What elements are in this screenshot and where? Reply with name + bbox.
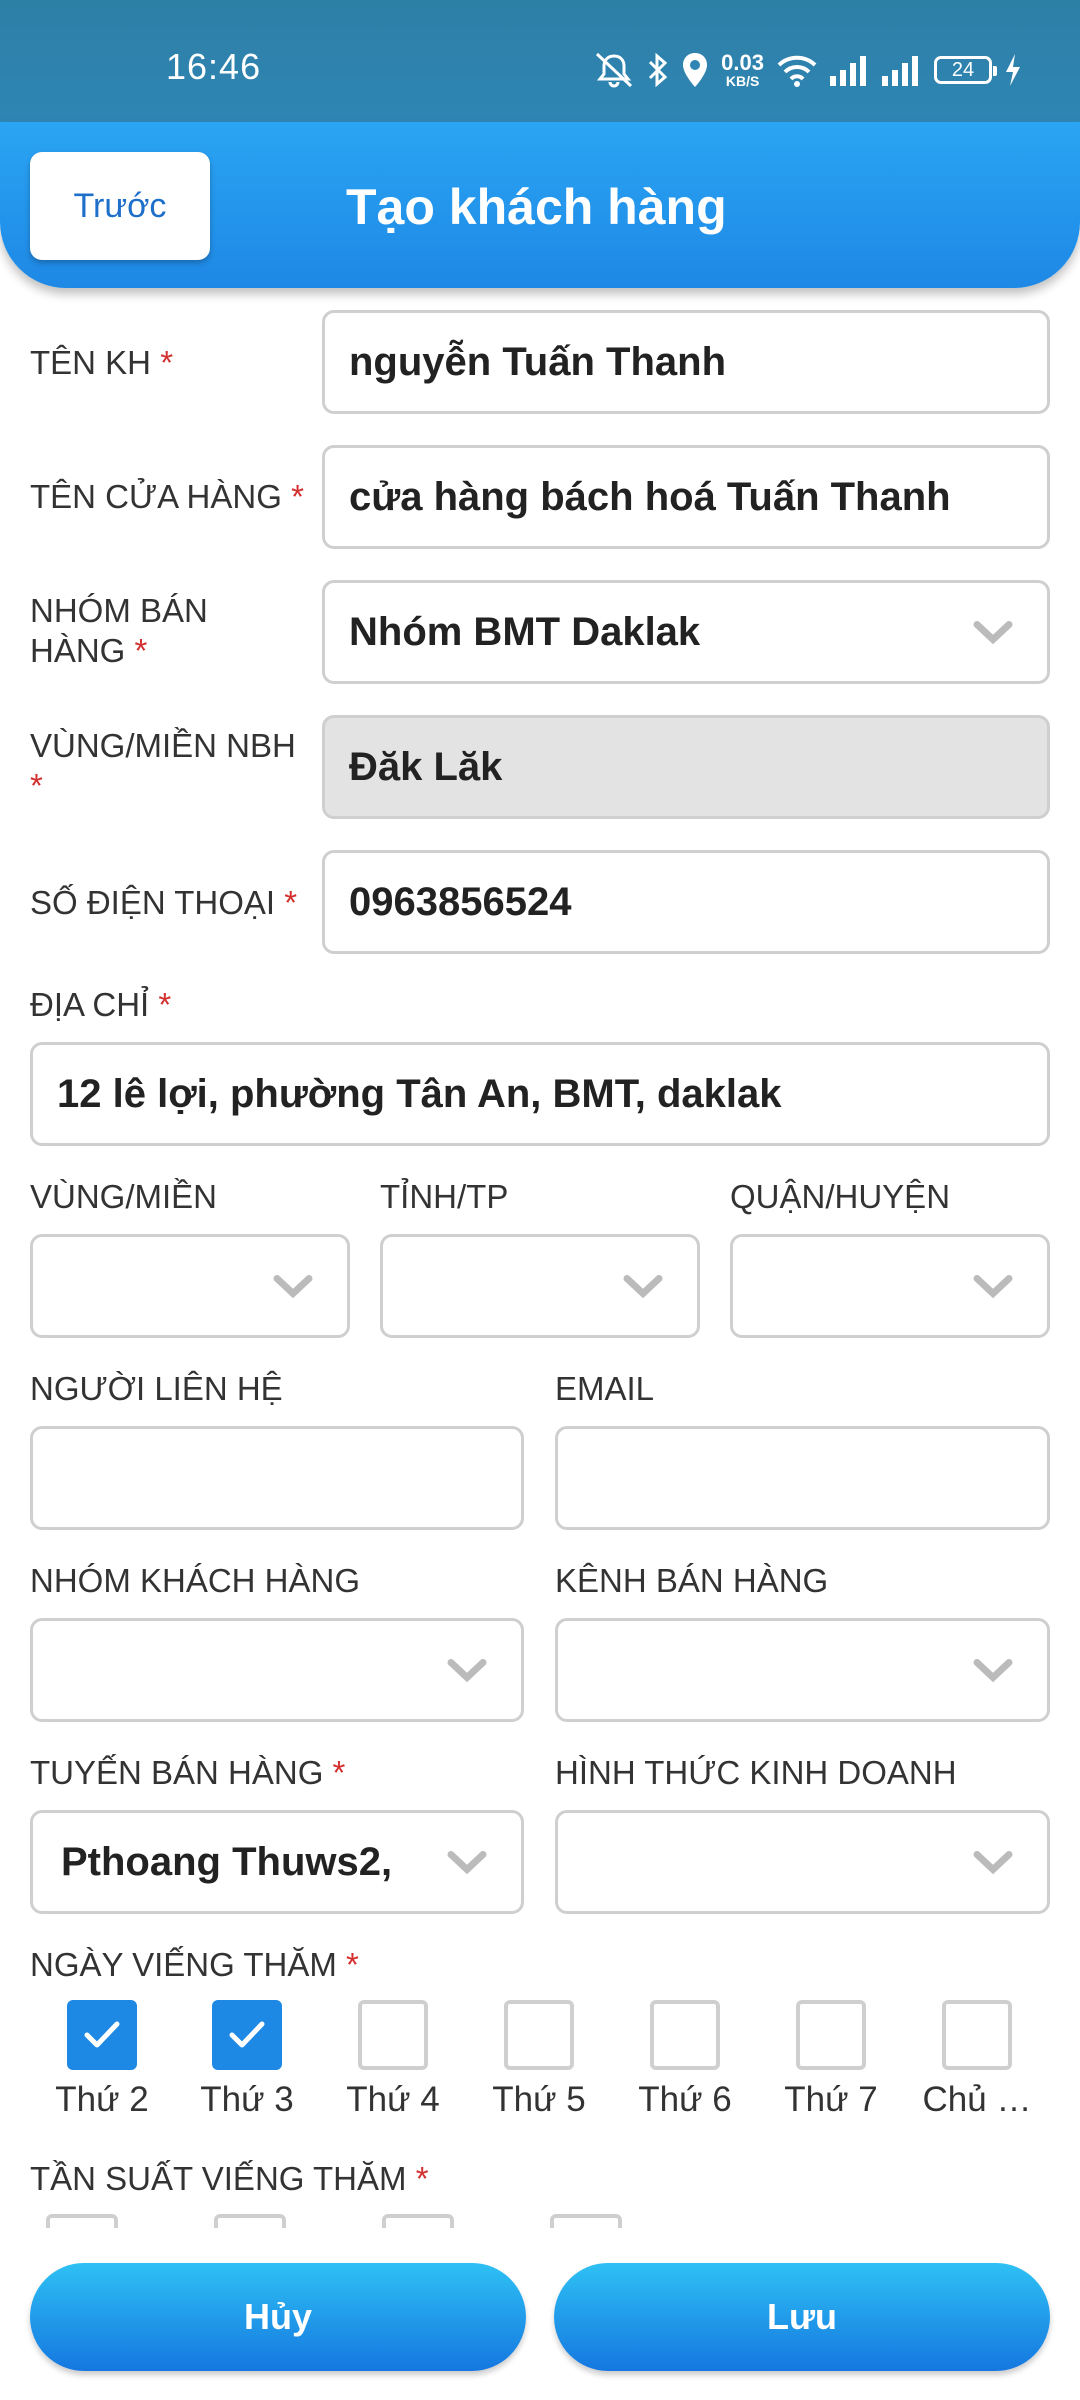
contact-person-label: NGƯỜI LIÊN HỆ <box>30 1370 283 1407</box>
save-button[interactable]: Lưu <box>554 2263 1050 2371</box>
district-label: QUẬN/HUYỆN <box>730 1178 951 1215</box>
visit-day-checkbox[interactable]: Thứ 5 <box>474 2000 604 2120</box>
visit-days-label: NGÀY VIẾNG THĂM * <box>30 1946 359 1983</box>
visit-day-checkbox[interactable]: Thứ 2 <box>37 2000 167 2120</box>
province-select[interactable] <box>380 1234 700 1338</box>
battery-icon: 24 <box>934 56 997 84</box>
sales-channel-select[interactable] <box>555 1618 1050 1722</box>
customer-name-label: TÊN KH * <box>30 344 174 381</box>
checkbox[interactable] <box>650 2000 720 2070</box>
business-type-label: HÌNH THỨC KINH DOANH <box>555 1754 957 1791</box>
customer-name-input[interactable]: nguyễn Tuấn Thanh <box>322 310 1050 414</box>
status-time: 16:46 <box>166 46 262 87</box>
address-label: ĐỊA CHỈ * <box>30 986 172 1023</box>
chevron-down-icon <box>623 1264 663 1309</box>
bluetooth-icon <box>647 52 669 88</box>
visit-day-checkbox[interactable]: Thứ 3 <box>182 2000 312 2120</box>
email-label: EMAIL <box>555 1370 655 1407</box>
checkbox[interactable] <box>504 2000 574 2070</box>
chevron-down-icon <box>973 610 1013 655</box>
cancel-button[interactable]: Hủy <box>30 2263 526 2371</box>
location-icon <box>681 51 709 89</box>
checkmark-icon <box>84 2021 120 2048</box>
sales-region-label: VÙNG/MIỀN NBH * <box>30 727 296 804</box>
region-select[interactable] <box>30 1234 350 1338</box>
chevron-down-icon <box>447 1840 487 1885</box>
address-input[interactable]: 12 lê lợi, phường Tân An, BMT, daklak <box>30 1042 1050 1146</box>
checkbox[interactable] <box>358 2000 428 2070</box>
store-name-input[interactable]: cửa hàng bách hoá Tuấn Thanh <box>322 445 1050 549</box>
email-input[interactable] <box>555 1426 1050 1530</box>
sales-region-field: Đăk Lăk <box>322 715 1050 819</box>
customer-group-select[interactable] <box>30 1618 524 1722</box>
sales-route-value: Pthoang Thuws2, <box>61 1839 393 1884</box>
chevron-down-icon <box>447 1648 487 1693</box>
network-speed: 0.03 KB/S <box>721 50 764 89</box>
sales-route-label: TUYẾN BÁN HÀNG * <box>30 1754 346 1791</box>
status-icons: 0.03 KB/S 24 <box>593 48 1022 92</box>
district-select[interactable] <box>730 1234 1050 1338</box>
sales-group-select[interactable]: Nhóm BMT Daklak <box>322 580 1050 684</box>
store-name-label: TÊN CỬA HÀNG * <box>30 478 304 515</box>
action-bar: Hủy Lưu <box>0 2228 1080 2400</box>
checkbox[interactable] <box>67 2000 137 2070</box>
customer-group-label: NHÓM KHÁCH HÀNG <box>30 1562 361 1599</box>
sales-group-value: Nhóm BMT Daklak <box>349 609 701 654</box>
sales-channel-label: KÊNH BÁN HÀNG <box>555 1562 829 1599</box>
status-bar: 16:46 0.03 KB/S 24 <box>0 0 1080 122</box>
signal-icon-2 <box>882 54 922 86</box>
charging-icon <box>1004 53 1022 87</box>
business-type-select[interactable] <box>555 1810 1050 1914</box>
mute-icon <box>593 52 635 88</box>
visit-day-checkbox[interactable]: Chủ … <box>912 2000 1042 2120</box>
sales-route-select[interactable]: Pthoang Thuws2, <box>30 1810 524 1914</box>
chevron-down-icon <box>973 1648 1013 1693</box>
chevron-down-icon <box>973 1264 1013 1309</box>
back-button[interactable]: Trước <box>30 152 210 260</box>
phone-input[interactable]: 0963856524 <box>322 850 1050 954</box>
checkmark-icon <box>229 2021 265 2048</box>
app-header: Trước Tạo khách hàng <box>0 122 1080 288</box>
signal-icon <box>830 54 870 86</box>
checkbox[interactable] <box>796 2000 866 2070</box>
checkbox[interactable] <box>212 2000 282 2070</box>
checkbox[interactable] <box>942 2000 1012 2070</box>
chevron-down-icon <box>973 1840 1013 1885</box>
visit-day-checkbox[interactable]: Thứ 6 <box>620 2000 750 2120</box>
wifi-icon <box>776 53 818 87</box>
province-label: TỈNH/TP <box>380 1178 509 1215</box>
region-label: VÙNG/MIỀN <box>30 1178 218 1215</box>
contact-person-input[interactable] <box>30 1426 524 1530</box>
chevron-down-icon <box>273 1264 313 1309</box>
visit-day-checkbox[interactable]: Thứ 7 <box>766 2000 896 2120</box>
phone-label: SỐ ĐIỆN THOẠI * <box>30 884 298 921</box>
visit-frequency-label: TẦN SUẤT VIẾNG THĂM * <box>30 2160 429 2197</box>
sales-group-label: NHÓM BÁN HÀNG * <box>30 592 208 669</box>
visit-day-checkbox[interactable]: Thứ 4 <box>328 2000 458 2120</box>
page-title: Tạo khách hàng <box>346 179 727 235</box>
